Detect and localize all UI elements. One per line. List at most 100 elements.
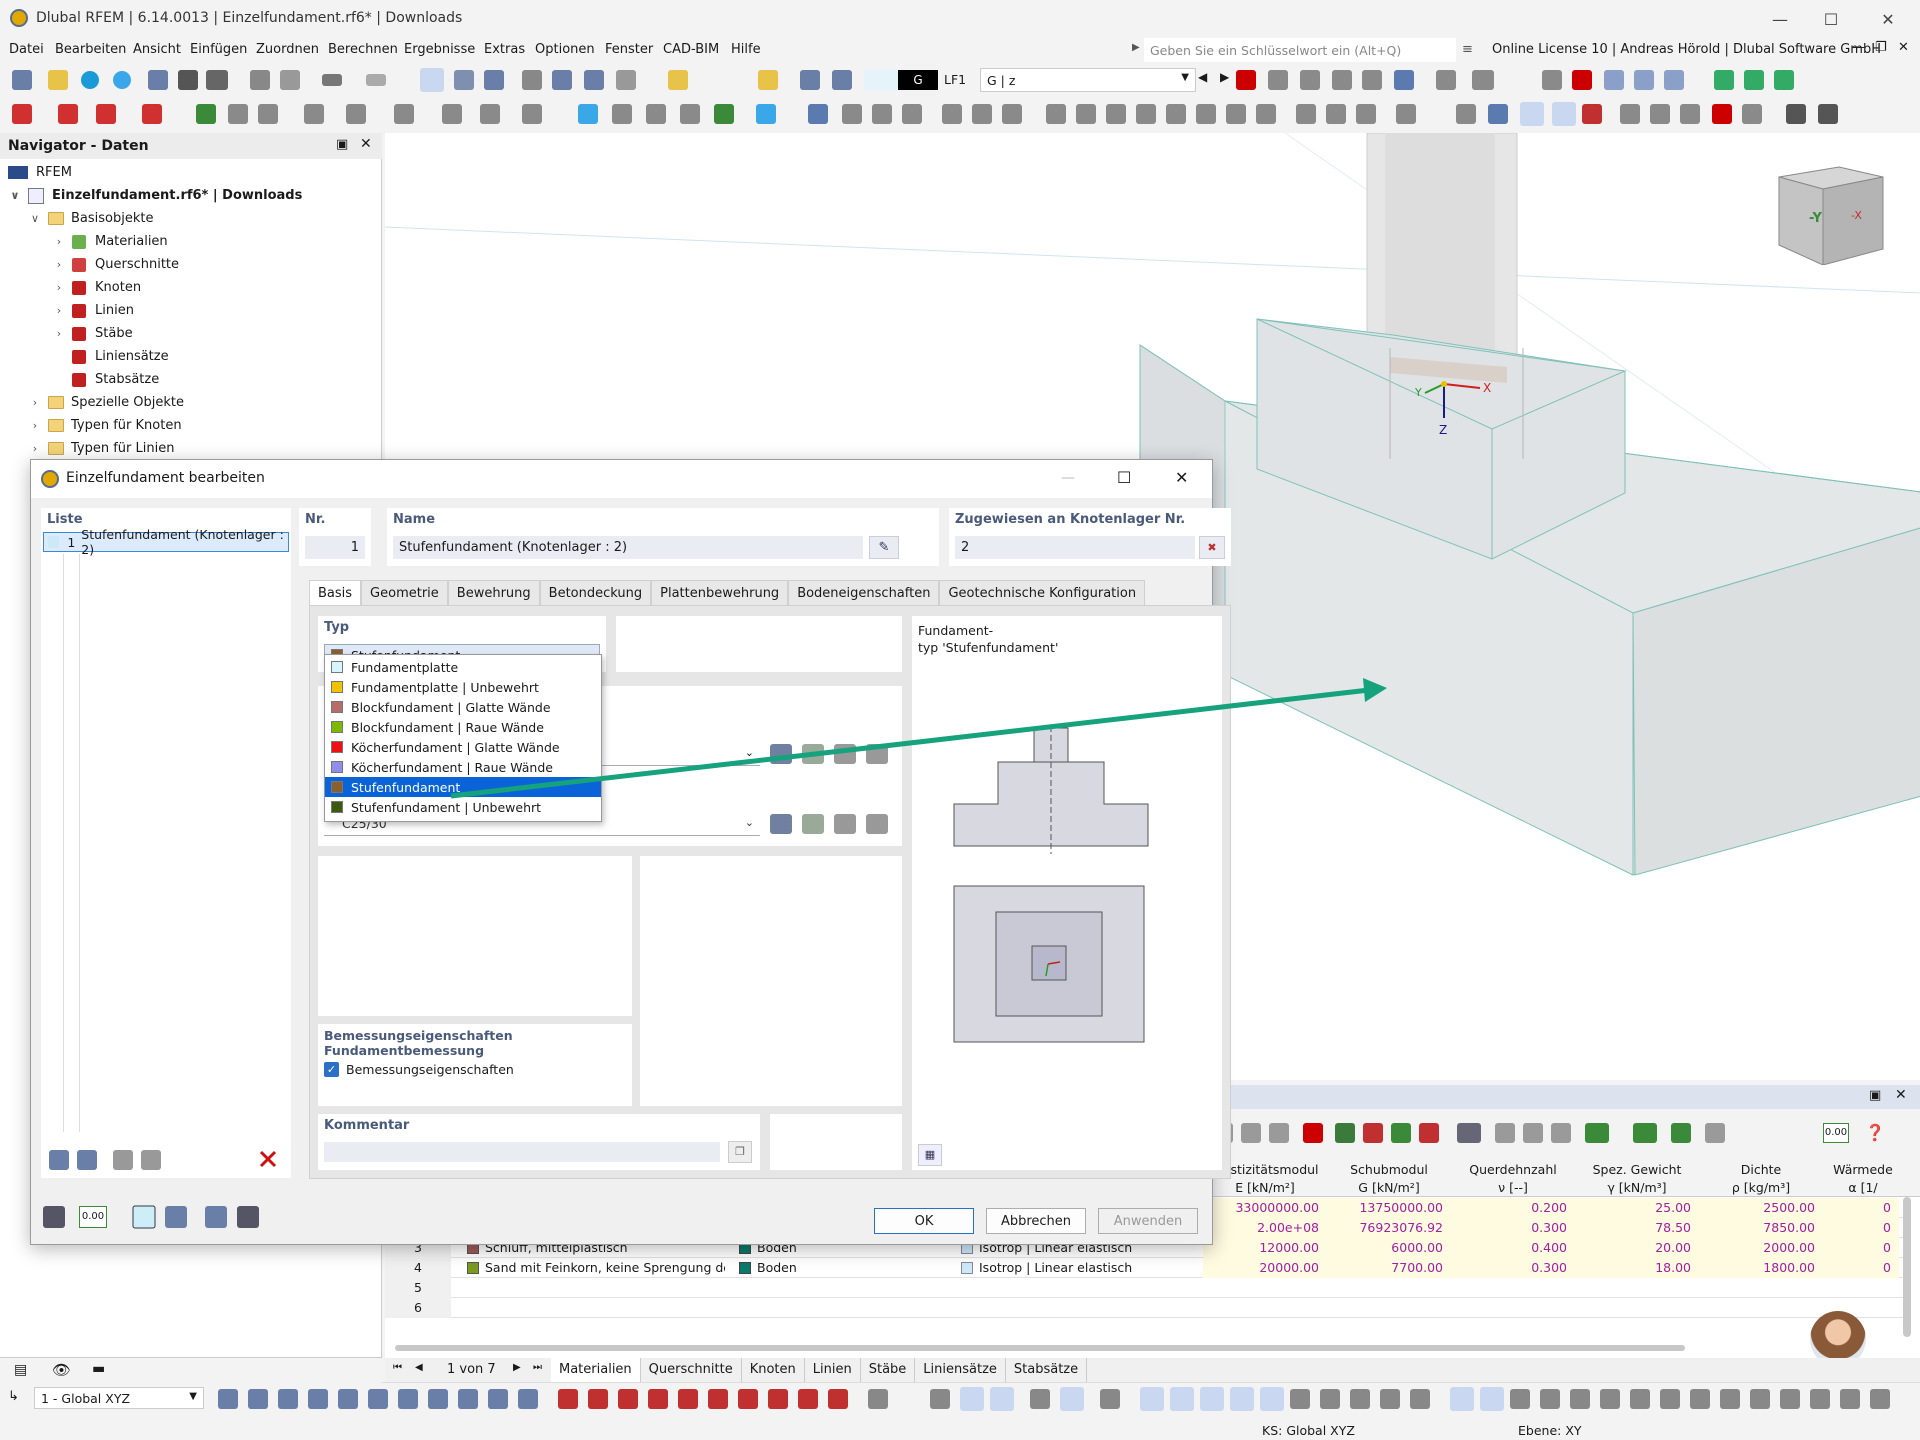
search-options-icon[interactable]: ≡ [1462, 42, 1473, 57]
chevron-right-icon[interactable]: › [52, 304, 66, 317]
bottom-tab-stäbe[interactable]: Stäbe [861, 1358, 916, 1382]
next-page-icon[interactable]: ▶ [513, 1362, 521, 1373]
tab-basis[interactable]: Basis [309, 580, 362, 606]
dialog-decimal-button[interactable]: 0.00 [79, 1206, 107, 1228]
list-item[interactable]: 1 Stufenfundament (Knotenlager : 2) [43, 527, 289, 557]
prev-page-icon[interactable]: ◀ [415, 1362, 423, 1373]
tree-item[interactable]: Liniensätze [52, 345, 169, 368]
display-tab-icon[interactable]: 👁 [52, 1361, 71, 1379]
table-vscrollbar[interactable] [1903, 1197, 1911, 1337]
help-icon[interactable]: ❓ [1865, 1123, 1885, 1142]
close-icon[interactable]: ✕ [1860, 0, 1916, 38]
tree-item[interactable]: › Knoten [52, 276, 141, 299]
bottom-tab-knoten[interactable]: Knoten [742, 1358, 805, 1382]
menu-fenster[interactable]: Fenster [605, 42, 653, 57]
decimal-format-button[interactable]: 0.00 [1823, 1123, 1849, 1143]
chevron-right-icon[interactable]: › [28, 419, 42, 432]
comment-library-button[interactable]: ❐ [728, 1141, 752, 1163]
col-thermal[interactable]: Wärmede α [1/ [1823, 1161, 1903, 1197]
bottom-tab-materialien[interactable]: Materialien [551, 1358, 641, 1382]
chevron-right-icon[interactable]: › [52, 258, 66, 271]
comment-field[interactable] [324, 1142, 720, 1162]
next-lc-icon[interactable]: ▶ [1220, 70, 1229, 84]
chevron-right-icon[interactable]: › [52, 235, 66, 248]
tree-item[interactable]: › Materialien [52, 230, 168, 253]
data-tab-icon[interactable]: ▤ [14, 1362, 27, 1378]
pick-node-button[interactable]: ✖ [1199, 536, 1225, 559]
navigator-close-icon[interactable]: ✕ [360, 136, 372, 152]
table-close-icon[interactable]: ✕ [1895, 1087, 1907, 1103]
tree-root[interactable]: RFEM [8, 161, 72, 184]
pin-icon[interactable]: ▣ [336, 137, 348, 152]
maximize-icon[interactable]: ☐ [1803, 0, 1859, 38]
tree-item[interactable]: › Querschnitte [52, 253, 179, 276]
tree-item[interactable]: › Stäbe [52, 322, 133, 345]
close-doc-icon[interactable]: ✕ [1898, 40, 1909, 55]
tab-bodeneigenschaften[interactable]: Bodeneigenschaften [788, 580, 940, 606]
dialog-maximize-icon[interactable]: ☐ [1117, 468, 1131, 487]
tab-geometrie[interactable]: Geometrie [361, 580, 448, 606]
search-expand-icon[interactable]: ▶ [1132, 42, 1140, 53]
bottom-tab-liniensätze[interactable]: Liniensätze [915, 1358, 1006, 1382]
coordinate-system-select[interactable]: 1 - Global XYZ ▼ [34, 1387, 204, 1409]
menu-extras[interactable]: Extras [484, 42, 525, 57]
minimize-icon[interactable]: — [1752, 0, 1808, 38]
toolbar-2-icons[interactable] [6, 102, 1916, 126]
tab-betondeckung[interactable]: Betondeckung [539, 580, 652, 606]
prev-lc-icon[interactable]: ◀ [1198, 70, 1207, 84]
col-spec-weight[interactable]: Spez. Gewicht γ [kN/m³] [1575, 1161, 1699, 1197]
tree-file[interactable]: ∨ Einzelfundament.rf6* | Downloads [8, 184, 302, 207]
assigned-field[interactable]: 2 [955, 536, 1195, 559]
status-toolbar-icons[interactable] [214, 1387, 1920, 1411]
tree-item[interactable]: › Spezielle Objekte [28, 391, 184, 414]
preview-options-button[interactable]: ▦ [918, 1144, 942, 1166]
tab-plattenbewehrung[interactable]: Plattenbewehrung [651, 580, 789, 606]
bottom-tab-querschnitte[interactable]: Querschnitte [641, 1358, 742, 1382]
table-row[interactable]: 5 [385, 1278, 1903, 1298]
first-page-icon[interactable]: ⏮ [393, 1362, 402, 1373]
menu-optionen[interactable]: Optionen [535, 42, 595, 57]
design-checkbox[interactable]: ✓ [324, 1062, 339, 1077]
menu-ergebnisse[interactable]: Ergebnisse [404, 42, 475, 57]
chevron-right-icon[interactable]: › [28, 442, 42, 455]
dialog-minimize-icon[interactable]: — [1061, 470, 1075, 486]
chevron-right-icon[interactable]: › [52, 281, 66, 294]
menu-berechnen[interactable]: Berechnen [328, 42, 398, 57]
cancel-button[interactable]: Abbrechen [986, 1208, 1086, 1234]
dialog-bottom-icons[interactable] [41, 1204, 261, 1230]
table-row[interactable]: 4 Sand mit Feinkorn, keine Sprengung des … [385, 1258, 1903, 1278]
last-page-icon[interactable]: ⏭ [533, 1362, 542, 1373]
col-poisson[interactable]: Querdehnzahl ν [--] [1451, 1161, 1575, 1197]
bottom-tab-linien[interactable]: Linien [805, 1358, 861, 1382]
views-tab-icon[interactable]: ▬ [92, 1361, 105, 1377]
tree-item[interactable]: › Typen für Knoten [28, 414, 182, 437]
menu-einfuegen[interactable]: Einfügen [190, 42, 247, 57]
table-row[interactable]: 6 [385, 1298, 1903, 1318]
name-field[interactable]: Stufenfundament (Knotenlager : 2) [393, 536, 863, 559]
menu-ansicht[interactable]: Ansicht [133, 42, 181, 57]
bottom-tab-stabsätze[interactable]: Stabsätze [1006, 1358, 1088, 1382]
list-toolbar-icons[interactable] [45, 1148, 285, 1172]
load-case-select[interactable]: G | z ▼ [980, 68, 1196, 92]
dialog-close-icon[interactable]: ✕ [1175, 468, 1188, 487]
edit-name-button[interactable]: ✎ [869, 536, 899, 559]
menu-datei[interactable]: Datei [9, 42, 44, 57]
tree-item[interactable]: ∨ Basisobjekte [28, 207, 154, 230]
tree-item[interactable]: › Linien [52, 299, 134, 322]
search-input[interactable]: Geben Sie ein Schlüsselwort ein (Alt+Q) [1144, 38, 1456, 62]
apply-button[interactable]: Anwenden [1098, 1208, 1198, 1234]
table-hscrollbar[interactable] [395, 1345, 1685, 1351]
view-cube[interactable]: -Y -X [1777, 165, 1887, 266]
menu-bearbeiten[interactable]: Bearbeiten [55, 42, 126, 57]
minimize-doc-icon[interactable]: — [1852, 40, 1865, 55]
ok-button[interactable]: OK [874, 1208, 974, 1234]
nr-field[interactable]: 1 [305, 536, 365, 559]
col-density[interactable]: Dichte ρ [kg/m³] [1699, 1161, 1823, 1197]
tab-bewehrung[interactable]: Bewehrung [447, 580, 540, 606]
chevron-right-icon[interactable]: › [28, 396, 42, 409]
chevron-down-icon[interactable]: ∨ [28, 212, 42, 225]
menu-cad-bim[interactable]: CAD-BIM [663, 42, 719, 57]
chevron-down-icon[interactable]: ∨ [8, 189, 22, 202]
tree-item[interactable]: Stabsätze [52, 368, 159, 391]
chevron-right-icon[interactable]: › [52, 327, 66, 340]
